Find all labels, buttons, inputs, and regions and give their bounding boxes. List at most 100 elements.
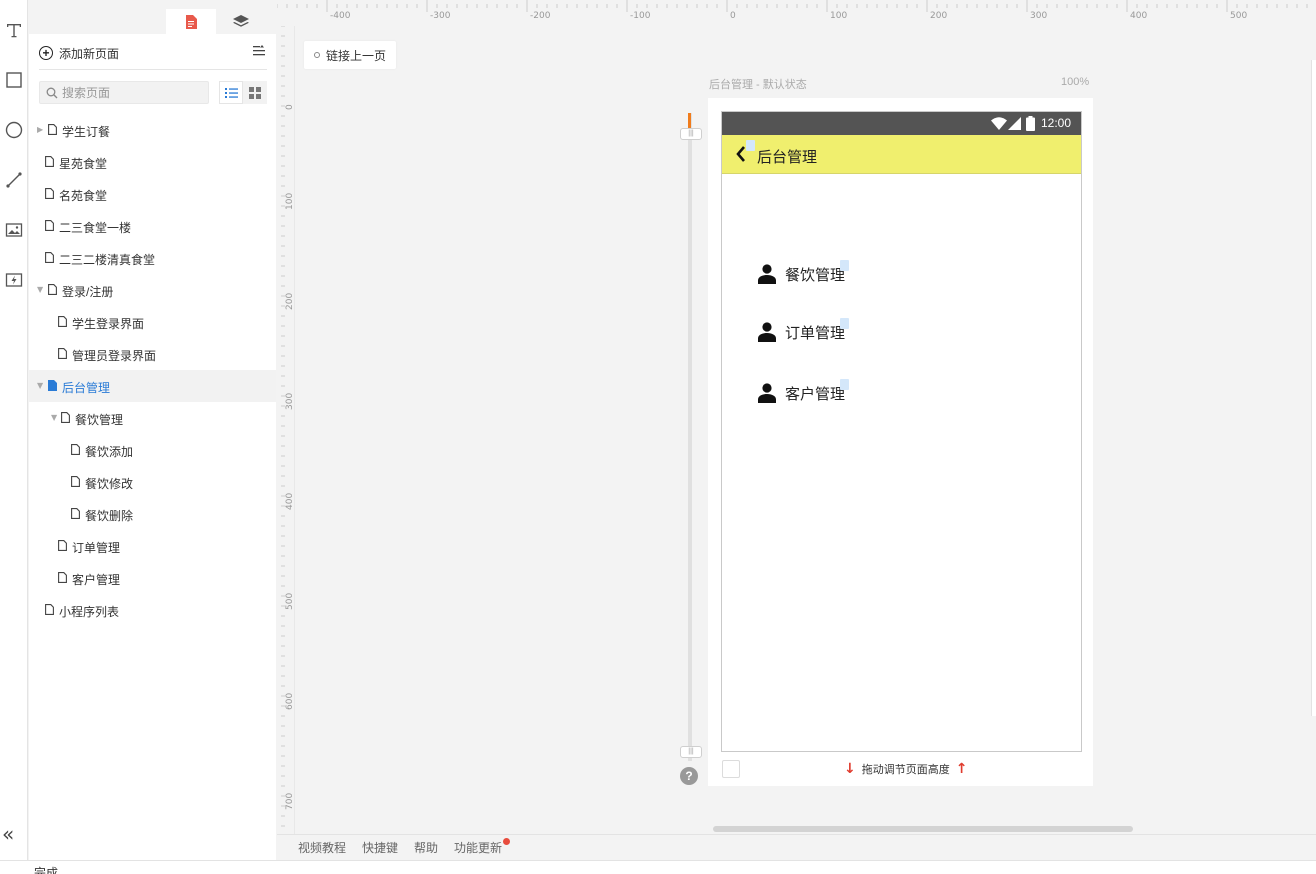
footer-link[interactable]: 帮助 xyxy=(414,839,438,856)
page-tree-item[interactable]: 管理员登录界面 xyxy=(29,338,276,370)
page-file-icon xyxy=(48,284,57,295)
caret-down-icon[interactable]: ▼ xyxy=(37,381,45,390)
page-tree-item[interactable]: 二三二楼清真食堂 xyxy=(29,242,276,274)
view-toggle xyxy=(219,81,267,104)
link-dot-icon xyxy=(314,52,320,58)
footer-link[interactable]: 功能更新 xyxy=(454,838,511,856)
page-tree-item[interactable]: 餐饮添加 xyxy=(29,434,276,466)
caret-down-icon[interactable]: ▼ xyxy=(51,413,59,422)
line-tool[interactable] xyxy=(0,166,28,194)
page-tree-label: 订单管理 xyxy=(72,541,121,555)
editor-app: « + 添加新页面 搜索页面 ▶ 学生订餐 星苑食堂 名苑食堂 二三食堂一楼 二… xyxy=(0,0,1316,874)
slider-bottom-handle[interactable]: ||| xyxy=(680,746,702,758)
page-tree-item[interactable]: 学生登录界面 xyxy=(29,306,276,338)
ruler-label: 100 xyxy=(285,192,295,210)
nav-title: 后台管理 xyxy=(757,149,818,166)
link-previous-page-button[interactable]: 链接上一页 xyxy=(304,41,396,69)
page-tree-item[interactable]: ▼ 后台管理 xyxy=(29,370,276,402)
caret-down-icon[interactable]: ▼ xyxy=(37,285,45,294)
phone-screen[interactable]: 12:00 后台管理 餐饮管理订单管理客户管理 xyxy=(721,111,1082,752)
wifi-icon xyxy=(991,117,1007,130)
tab-layers[interactable] xyxy=(216,9,266,35)
rectangle-icon xyxy=(6,72,22,88)
search-input[interactable] xyxy=(62,85,202,100)
canvas-footer: 视频教程 快捷键 帮助 功能更新 xyxy=(277,834,1316,860)
add-page-label: 添加新页面 xyxy=(59,46,120,61)
drag-height-hint: ↓ 拖动调节页面高度 ↑ xyxy=(838,761,973,777)
interaction-marker-icon xyxy=(840,379,849,390)
page-tree-item[interactable]: 小程序列表 xyxy=(29,594,276,626)
grid-icon xyxy=(249,86,261,99)
slider-top-handle[interactable]: ||| xyxy=(680,128,702,140)
interaction-marker-icon xyxy=(746,140,755,151)
page-tree-item[interactable]: 星苑食堂 xyxy=(29,146,276,178)
page-tree-label: 学生登录界面 xyxy=(72,317,145,331)
admin-menu-item[interactable]: 客户管理 xyxy=(758,379,849,405)
page-file-icon xyxy=(48,380,57,391)
collapse-sidebar-icon[interactable]: « xyxy=(2,822,14,846)
back-arrow-icon[interactable] xyxy=(736,146,746,162)
image-tool[interactable] xyxy=(0,216,28,244)
circle-tool[interactable] xyxy=(0,116,28,144)
admin-menu-item[interactable]: 餐饮管理 xyxy=(758,260,849,286)
page-height-checkbox[interactable] xyxy=(722,760,740,778)
list-view-button[interactable] xyxy=(219,81,243,104)
page-file-icon xyxy=(61,412,70,423)
page-tree-item[interactable]: ▶ 学生订餐 xyxy=(29,114,276,146)
admin-menu-item[interactable]: 订单管理 xyxy=(758,318,849,344)
circle-icon xyxy=(5,121,23,139)
page-tree-item[interactable]: ▼ 餐饮管理 xyxy=(29,402,276,434)
drag-hint-label: 拖动调节页面高度 xyxy=(861,764,950,776)
page-tree-label: 登录/注册 xyxy=(62,285,114,299)
slider-top-marker xyxy=(688,113,691,129)
tab-pages[interactable] xyxy=(166,9,216,35)
page-tree-label: 管理员登录界面 xyxy=(72,349,157,363)
page-tree-item[interactable]: 餐饮删除 xyxy=(29,498,276,530)
artboard-title: 后台管理 - 默认状态 xyxy=(709,79,807,91)
add-page-button[interactable]: + 添加新页面 xyxy=(39,43,267,63)
ruler-label: -100 xyxy=(630,11,651,21)
page-file-icon xyxy=(45,252,54,263)
grid-view-button[interactable] xyxy=(243,81,267,104)
update-badge-dot xyxy=(503,838,511,845)
ruler-label: 100 xyxy=(830,11,848,21)
tool-strip: « xyxy=(0,0,28,860)
horizontal-ruler: -400 -300 -200 -100 0 100 200 300 400 500 xyxy=(277,0,1316,26)
zoom-level: 100% xyxy=(1061,76,1090,88)
page-tree-item[interactable]: 订单管理 xyxy=(29,530,276,562)
page-tree-item[interactable]: 餐饮修改 xyxy=(29,466,276,498)
page-file-icon xyxy=(45,220,54,231)
footer-link[interactable]: 快捷键 xyxy=(362,839,398,856)
page-tree-item[interactable]: 名苑食堂 xyxy=(29,178,276,210)
page-file-icon xyxy=(45,604,54,615)
ruler-label: 300 xyxy=(1030,11,1048,21)
page-tree-item[interactable]: ▼ 登录/注册 xyxy=(29,274,276,306)
footer-link[interactable]: 视频教程 xyxy=(298,839,346,856)
search-icon xyxy=(46,87,58,98)
page-tree-item[interactable]: 二三食堂一楼 xyxy=(29,210,276,242)
text-tool[interactable] xyxy=(0,16,28,44)
image-icon xyxy=(5,223,23,237)
sort-icon[interactable] xyxy=(253,45,267,60)
page-search-box[interactable] xyxy=(39,81,209,104)
help-button[interactable]: ? xyxy=(680,767,698,785)
horizontal-scrollbar[interactable] xyxy=(713,826,1133,832)
phone-status-bar: 12:00 xyxy=(722,112,1081,135)
page-tree-item[interactable]: 客户管理 xyxy=(29,562,276,594)
ruler-label: 500 xyxy=(285,592,295,610)
interaction-tool[interactable] xyxy=(0,266,28,294)
link-previous-label: 链接上一页 xyxy=(326,48,387,63)
ruler-label: 600 xyxy=(285,692,295,710)
artboard: 12:00 后台管理 餐饮管理订单管理客户管理 xyxy=(708,98,1093,786)
rectangle-tool[interactable] xyxy=(0,66,28,94)
page-panel: + 添加新页面 ▶ 学生订餐星苑食堂名苑食堂二三食堂一楼二三二楼清真食堂 ▼ 登录/注… xyxy=(29,0,276,860)
ruler-label: 0 xyxy=(285,104,295,110)
vertical-ruler: 0 100 200 300 400 500 600 700 xyxy=(277,26,295,834)
panel-tabs xyxy=(29,0,276,35)
page-tree-label: 名苑食堂 xyxy=(59,189,108,203)
page-height-slider[interactable] xyxy=(688,113,692,761)
user-icon xyxy=(758,322,776,342)
caret-right-icon[interactable]: ▶ xyxy=(37,125,45,134)
signal-icon xyxy=(1008,117,1021,130)
ruler-label: -200 xyxy=(530,11,551,21)
